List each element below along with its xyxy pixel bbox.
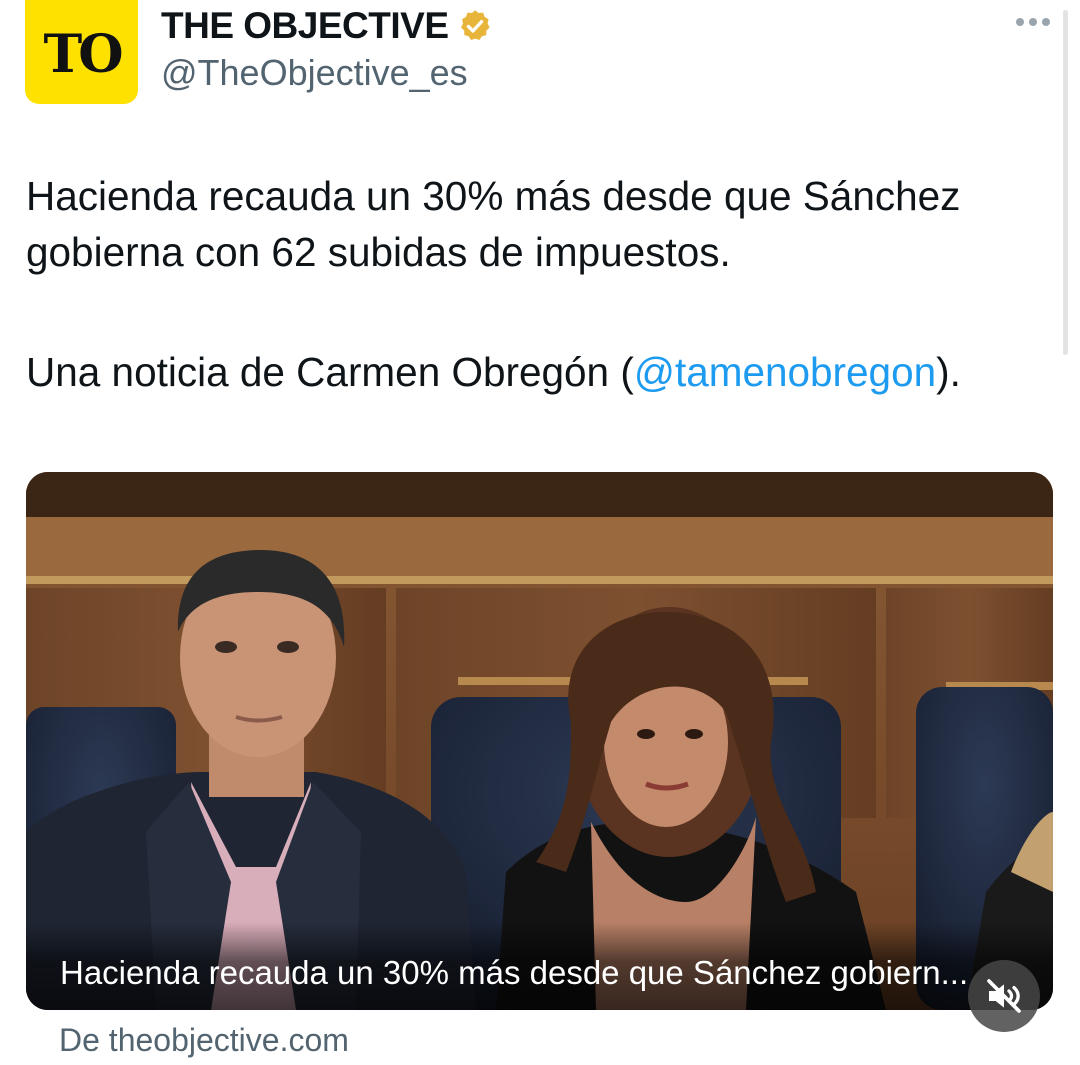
tweet-line-byline: Una noticia de Carmen Obregón (@tamenobr… <box>26 344 1046 400</box>
display-name-row[interactable]: THE OBJECTIVE <box>161 2 493 50</box>
more-options-icon[interactable] <box>1016 18 1050 26</box>
account-handle[interactable]: @TheObjective_es <box>161 52 468 94</box>
logo-text: TO <box>43 23 124 85</box>
scrollbar[interactable] <box>1063 10 1068 355</box>
mention-link[interactable]: @tamenobregon <box>634 349 936 395</box>
tweet-body: Hacienda recauda un 30% más desde que Sá… <box>26 168 1046 400</box>
muted-speaker-icon <box>987 979 1021 1013</box>
video-card[interactable]: Hacienda recauda un 30% más desde que Sá… <box>26 472 1053 1010</box>
mute-toggle-button[interactable] <box>968 960 1040 1032</box>
display-name[interactable]: THE OBJECTIVE <box>161 5 449 47</box>
account-avatar-logo[interactable]: TO <box>25 0 138 104</box>
verified-badge-icon <box>460 10 490 40</box>
byline-prefix: Una noticia de Carmen Obregón ( <box>26 349 634 395</box>
tweet-line-headline: Hacienda recauda un 30% más desde que Sá… <box>26 173 961 275</box>
link-source[interactable]: De theobjective.com <box>59 1022 349 1059</box>
byline-suffix: ). <box>936 349 961 395</box>
video-caption: Hacienda recauda un 30% más desde que Sá… <box>60 954 969 991</box>
